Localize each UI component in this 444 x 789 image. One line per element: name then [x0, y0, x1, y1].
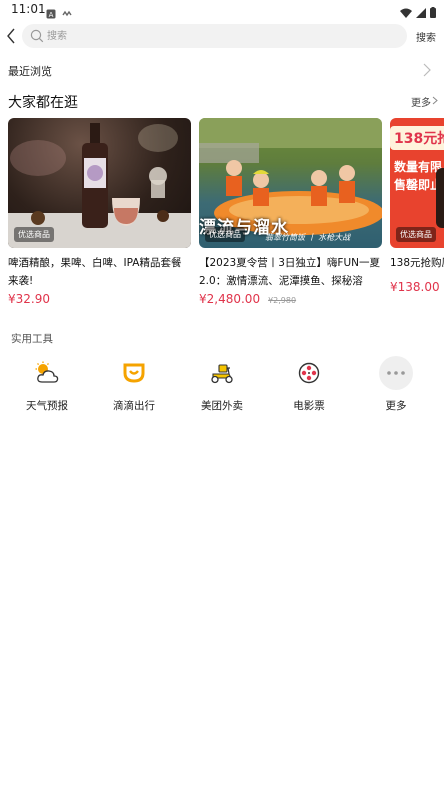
section-title: 大家都在逛	[8, 95, 78, 111]
tool-meituan[interactable]: 美团外卖	[184, 356, 260, 418]
tool-weather[interactable]: 天气预报	[9, 356, 85, 418]
promo-line-2: 售罄即止	[394, 178, 443, 192]
notification-app-icon	[62, 4, 72, 17]
product-price: ¥138.00	[390, 280, 440, 294]
promo-line-1: 数量有限	[394, 160, 443, 174]
tool-label: 更多	[385, 400, 407, 412]
chevron-right-icon	[423, 63, 431, 77]
more-link[interactable]: 更多	[411, 94, 431, 109]
product-carousel[interactable]: 优选商品 啤酒精酿，果啤、白啤、IPA精品套餐来袭! ¥32.90 漂流与溜水 …	[0, 118, 444, 308]
tools-section-title: 实用工具	[11, 333, 53, 345]
product-image-promo: 138元抢 数量有限 售罄即止 优选商品	[390, 118, 444, 248]
product-badge: 优选商品	[205, 227, 245, 242]
film-reel-icon	[292, 356, 326, 390]
product-badge: 优选商品	[14, 227, 54, 242]
search-button[interactable]: 搜索	[416, 29, 436, 44]
chevron-right-icon	[432, 96, 438, 105]
product-image-beer: 优选商品	[8, 118, 191, 248]
recent-title: 最近浏览	[8, 65, 52, 78]
product-card[interactable]: 138元抢 数量有限 售罄即止 优选商品 138元抢购原价 ¥138.00	[390, 118, 444, 294]
tool-movie[interactable]: 电影票	[271, 356, 347, 418]
product-price: ¥2,480.00	[199, 292, 261, 306]
product-price: ¥32.90	[8, 292, 50, 306]
product-original-price: ¥2,980	[268, 296, 297, 305]
search-icon	[30, 29, 44, 43]
product-title: 138元抢购原价	[390, 257, 444, 269]
product-image-summer-camp: 漂流与溜水 翡翠竹筒饭 丨 水枪大战 优选商品	[199, 118, 382, 248]
scooter-icon	[205, 356, 239, 390]
product-card[interactable]: 漂流与溜水 翡翠竹筒饭 丨 水枪大战 优选商品 【2023夏令营丨3日独立】嗨F…	[199, 118, 382, 306]
product-card[interactable]: 优选商品 啤酒精酿，果啤、白啤、IPA精品套餐来袭! ¥32.90	[8, 118, 191, 306]
image-caption-sub: 翡翠竹筒饭 丨 水枪大战	[265, 233, 351, 242]
top-bar: 搜索	[0, 22, 444, 50]
weather-icon	[30, 356, 64, 390]
product-title: 啤酒精酿，果啤、白啤、IPA精品套餐来袭!	[8, 257, 182, 287]
tool-label: 美团外卖	[201, 400, 243, 412]
popular-section-header: 大家都在逛 更多	[0, 90, 444, 112]
more-dots-icon	[379, 356, 413, 390]
status-bar: 11:01 A	[0, 0, 444, 20]
search-input[interactable]	[47, 27, 347, 45]
notification-a-icon: A	[46, 4, 56, 19]
wifi-icon	[400, 3, 412, 22]
tool-more[interactable]: 更多	[358, 356, 434, 418]
signal-icon	[416, 3, 426, 22]
battery-icon	[430, 3, 436, 22]
product-title: 【2023夏令营丨3日独立】嗨FUN一夏2.0：激情漂流、泥潭摸鱼、探秘溶洞..…	[199, 257, 380, 287]
tool-label: 天气预报	[26, 400, 68, 412]
status-time: 11:01	[11, 2, 46, 16]
product-photo	[436, 168, 444, 228]
back-button[interactable]	[2, 25, 20, 47]
promo-banner-text: 138元抢	[390, 126, 444, 150]
didi-icon	[117, 356, 151, 390]
tool-label: 电影票	[293, 400, 325, 412]
search-box[interactable]	[22, 24, 407, 48]
tool-label: 滴滴出行	[113, 400, 155, 412]
tool-didi[interactable]: 滴滴出行	[96, 356, 172, 418]
chevron-left-icon	[7, 28, 15, 44]
svg-text:A: A	[49, 11, 54, 19]
product-badge: 优选商品	[396, 227, 436, 242]
recent-browse-row[interactable]: 最近浏览	[0, 58, 444, 82]
